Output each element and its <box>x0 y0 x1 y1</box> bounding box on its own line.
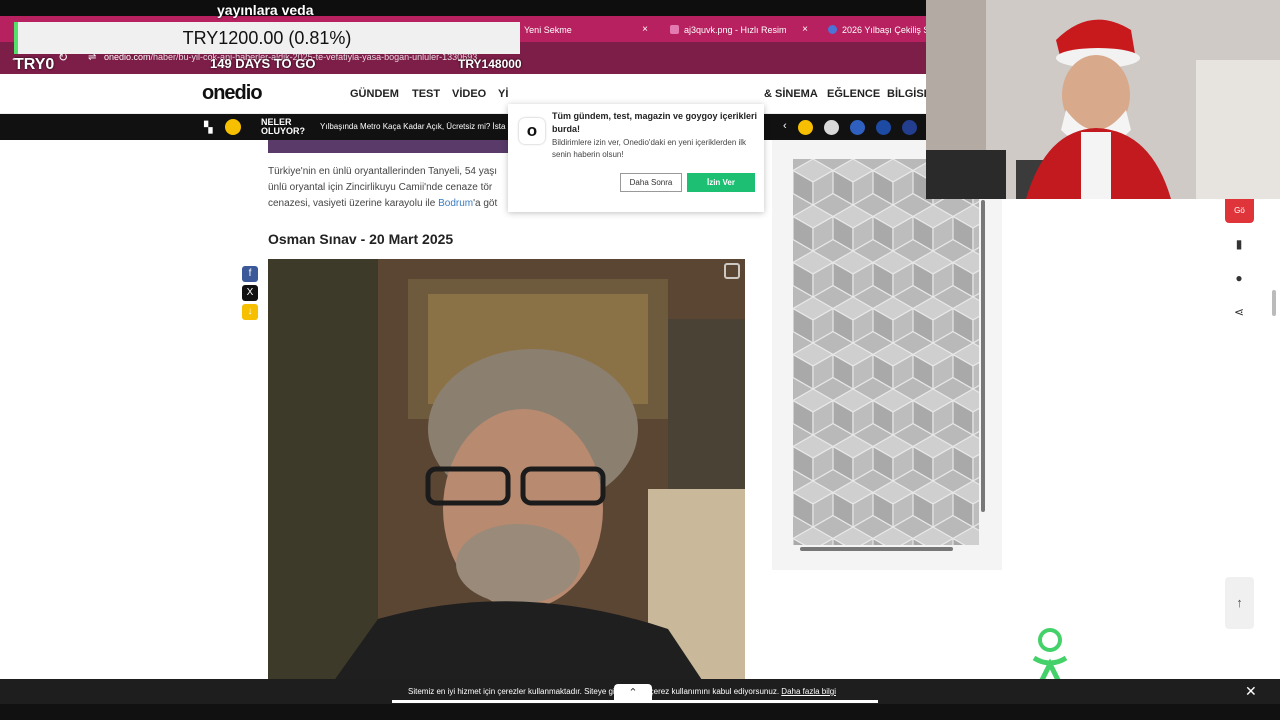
paragraph-line: Türkiye'nin en ünlü oryantallerinden Tan… <box>268 166 498 177</box>
ad-scroll-thumb[interactable] <box>981 200 985 512</box>
article-photo <box>268 259 745 689</box>
nav-sinema[interactable]: & SİNEMA <box>764 88 818 100</box>
days-remaining: 149 DAYS TO GO <box>210 56 316 71</box>
ad-hscroll-thumb[interactable] <box>800 547 953 551</box>
side-red-button[interactable]: Gö <box>1225 199 1254 223</box>
donation-progress-bar: TRY1200.00 (0.81%) <box>14 22 520 54</box>
allow-button[interactable]: İzin Ver <box>687 173 755 192</box>
close-icon[interactable]: × <box>802 19 808 41</box>
webcam-feed <box>926 0 1280 199</box>
streamer-illustration <box>926 0 1280 199</box>
tab-label: aj3quvk.png - Hızlı Resim <box>684 25 787 35</box>
later-button[interactable]: Daha Sonra <box>620 173 682 192</box>
nav-bilgi[interactable]: BİLGİSE <box>887 88 931 100</box>
share-icon[interactable]: ⋖ <box>1228 301 1250 323</box>
goal-target-value: TRY148000 <box>458 57 522 71</box>
currency-icon[interactable] <box>876 120 891 135</box>
ad-placeholder-pattern <box>793 159 979 545</box>
bookmark-icon[interactable]: ▮ <box>1228 233 1250 255</box>
nav-eglence[interactable]: EĞLENCE <box>827 88 880 100</box>
more-info-link[interactable]: Daha fazla bilgi <box>781 687 836 696</box>
scroll-to-top-button[interactable]: ↑ <box>1225 577 1254 629</box>
facebook-share-icon[interactable]: f <box>242 266 258 282</box>
onedio-logo-icon: o <box>519 118 545 144</box>
bodrum-link[interactable]: Bodrum <box>438 198 473 209</box>
x-share-icon[interactable]: X <box>242 285 258 301</box>
page-scrollbar-thumb[interactable] <box>1272 290 1276 316</box>
tab-giveaway[interactable]: 2026 Yılbaşı Çekiliş Sonu <box>822 19 944 41</box>
site-logo[interactable]: onedio <box>202 82 263 105</box>
bottom-strip <box>0 704 1280 720</box>
prompt-title: Tüm gündem, test, magazin ve goygoy içer… <box>552 111 758 134</box>
ticker-label: NELER OLUYOR? <box>261 117 305 136</box>
nav-video[interactable]: VİDEO <box>452 88 486 100</box>
tab-label: Yeni Sekme <box>524 25 572 35</box>
overlay-title: yayınlara veda <box>217 2 314 18</box>
news-badge-icon <box>225 119 241 135</box>
shield-icon <box>828 25 837 34</box>
paragraph-line: ünlü oryantal için Zincirlikuyu Camii'nd… <box>268 182 493 193</box>
nav-partial[interactable]: Yİ <box>498 88 508 100</box>
expand-icon[interactable] <box>724 263 740 279</box>
tab-new[interactable]: Yeni Sekme × <box>518 19 654 41</box>
nav-gundem[interactable]: GÜNDEM <box>350 88 399 100</box>
close-icon[interactable]: × <box>642 19 648 41</box>
comments-icon[interactable]: ● <box>1228 267 1250 289</box>
screen: Yeni Sekme × aj3quvk.png - Hızlı Resim ×… <box>0 0 1280 720</box>
section-heading: Osman Sınav - 20 Mart 2025 <box>268 231 454 247</box>
prompt-body: Bildirimlere izin ver, Onedio'daki en ye… <box>552 138 747 159</box>
paragraph-line: cenazesi, vasiyeti üzerine karayolu ile … <box>268 198 498 209</box>
ticker-headline[interactable]: Yılbaşında Metro Kaça Kadar Açık, Ücrets… <box>320 122 505 131</box>
tab-image[interactable]: aj3quvk.png - Hızlı Resim × <box>664 19 814 41</box>
download-icon[interactable]: ↓ <box>242 304 258 320</box>
portrait-illustration <box>268 259 745 689</box>
notification-prompt: o Tüm gündem, test, magazin ve goygoy iç… <box>508 104 764 212</box>
chevron-left-icon[interactable]: ‹ <box>783 120 787 132</box>
donation-amount: TRY1200.00 (0.81%) <box>182 28 352 48</box>
brand-icon[interactable] <box>850 120 865 135</box>
emoji-icon[interactable] <box>798 120 813 135</box>
cookie-underline <box>392 700 878 703</box>
grid-icon[interactable]: ▚ <box>204 121 212 134</box>
brand-nivea-icon[interactable] <box>902 120 917 135</box>
nav-test[interactable]: TEST <box>412 88 440 100</box>
close-icon[interactable]: ✕ <box>1245 683 1257 700</box>
image-icon <box>670 25 679 34</box>
ball-icon[interactable] <box>824 120 839 135</box>
previous-image-edge <box>268 140 508 153</box>
goal-start-value: TRY0 <box>14 56 55 73</box>
